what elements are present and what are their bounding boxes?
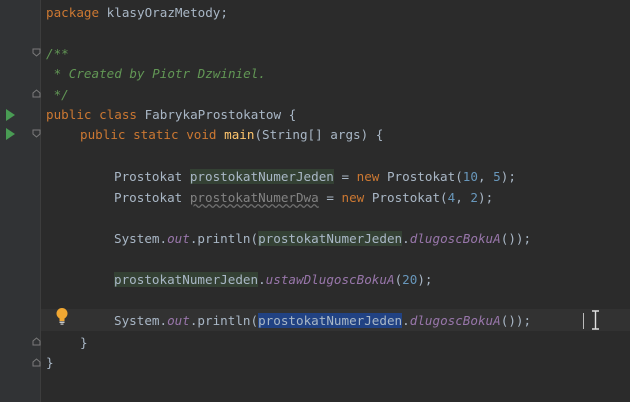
doc-comment-close: */: [46, 87, 69, 102]
doc-comment-open: /**: [46, 46, 69, 61]
class-name: FabrykaProstokatow {: [137, 107, 297, 122]
text-caret: [583, 313, 584, 329]
println-call: .println(: [189, 313, 259, 328]
constructor-call: Prostokat(: [364, 190, 448, 205]
field-out: out: [167, 231, 190, 246]
code-line-println-2[interactable]: System.out.println(prostokatNumerJeden.d…: [114, 311, 531, 330]
keyword-new: new: [356, 169, 380, 184]
doc-comment-body: * Created by Piotr Dzwiniel.: [46, 66, 266, 81]
text-cursor-icon: [591, 310, 600, 334]
member-dot: .: [258, 272, 266, 287]
call-end: ());: [500, 313, 532, 328]
code-line-close-main[interactable]: }: [80, 333, 88, 352]
system-class: System.: [114, 313, 168, 328]
assign-op: =: [318, 190, 342, 205]
code-line-class-decl[interactable]: public class FabrykaProstokatow {: [46, 105, 296, 124]
statement-end: );: [417, 272, 433, 287]
variable-prostokat-jeden: prostokatNumerJeden: [114, 272, 259, 287]
code-line-decl-2[interactable]: Prostokat prostokatNumerDwa = new Prosto…: [114, 188, 493, 207]
code-line-package[interactable]: package klasyOrazMetody;: [46, 3, 228, 22]
lightbulb-icon[interactable]: [55, 307, 69, 329]
code-line-setter[interactable]: prostokatNumerJeden.ustawDlugoscBokuA(20…: [114, 270, 433, 289]
number-literal: 5: [493, 169, 501, 184]
fold-comment-icon[interactable]: [32, 48, 41, 57]
println-call: .println(: [189, 231, 259, 246]
variable-prostokat-jeden: prostokatNumerJeden: [189, 169, 334, 184]
code-line-decl-1[interactable]: Prostokat prostokatNumerJeden = new Pros…: [114, 167, 516, 186]
unfold-main-icon[interactable]: [32, 337, 41, 346]
run-class-icon[interactable]: [6, 109, 15, 121]
number-literal: 20: [402, 272, 418, 287]
variable-prostokat-dwa: prostokatNumerDwa: [189, 190, 319, 205]
keyword-class: class: [99, 107, 138, 122]
system-class: System.: [114, 231, 168, 246]
statement-end: );: [500, 169, 516, 184]
number-literal: 2: [470, 190, 478, 205]
code-line-close-class[interactable]: }: [46, 353, 54, 372]
statement-end: );: [478, 190, 494, 205]
code-line-main-decl[interactable]: public static void main(String[] args) {: [80, 125, 383, 144]
number-literal: 10: [462, 169, 478, 184]
member-dot: .: [402, 231, 410, 246]
brace-close-class: }: [46, 355, 54, 370]
method-dlugosc-boku: dlugoscBokuA: [409, 313, 501, 328]
arg-separator: ,: [477, 169, 494, 184]
keyword-new: new: [341, 190, 365, 205]
code-line-doc-close[interactable]: */: [46, 85, 69, 104]
arg-separator: ,: [455, 190, 471, 205]
code-editor[interactable]: package klasyOrazMetody; /** * Created b…: [0, 0, 630, 402]
code-line-doc-body[interactable]: * Created by Piotr Dzwiniel.: [46, 64, 266, 83]
unfold-comment-icon[interactable]: [32, 89, 41, 98]
type-name: Prostokat: [114, 169, 190, 184]
unfold-class-icon[interactable]: [32, 358, 41, 367]
method-ustaw-dlugosc: ustawDlugoscBokuA: [265, 272, 395, 287]
code-line-doc-open[interactable]: /**: [46, 44, 69, 63]
keyword-static: static: [133, 127, 179, 142]
keyword-package: package: [46, 5, 100, 20]
variable-prostokat-jeden: prostokatNumerJeden: [258, 231, 403, 246]
call-end: ());: [500, 231, 532, 246]
selected-variable: prostokatNumerJeden: [258, 313, 403, 328]
method-name-main: main: [224, 127, 255, 142]
constructor-call: Prostokat(: [379, 169, 463, 184]
main-params: (String[] args) {: [254, 127, 384, 142]
fold-main-icon[interactable]: [32, 129, 41, 138]
brace-close-main: }: [80, 335, 88, 350]
field-out: out: [167, 313, 190, 328]
assign-op: =: [333, 169, 357, 184]
code-line-println-1[interactable]: System.out.println(prostokatNumerJeden.d…: [114, 229, 531, 248]
keyword-public: public: [80, 127, 126, 142]
member-dot: .: [402, 313, 410, 328]
keyword-public: public: [46, 107, 92, 122]
method-dlugosc-boku: dlugoscBokuA: [409, 231, 501, 246]
run-main-icon[interactable]: [6, 128, 15, 140]
package-name: klasyOrazMetody;: [99, 5, 228, 20]
keyword-void: void: [186, 127, 217, 142]
type-name: Prostokat: [114, 190, 190, 205]
